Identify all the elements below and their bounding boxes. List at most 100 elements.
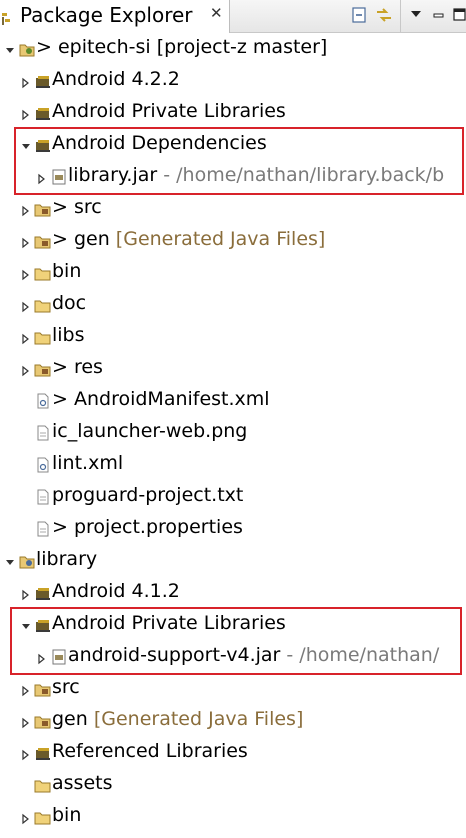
tree-item[interactable]: > gen [Generated Java Files]: [0, 225, 466, 257]
source-folder-icon: [34, 200, 52, 218]
tree-item-label: ic_launcher-web.png: [52, 420, 247, 442]
collapsed-arrow-icon[interactable]: [20, 713, 32, 729]
tree-item-text: lint.xml: [52, 452, 124, 474]
collapsed-arrow-icon[interactable]: [20, 745, 32, 761]
tree-item-text: Referenced Libraries: [52, 740, 248, 762]
tree-item[interactable]: > epitech-si [project-z master]: [0, 33, 466, 65]
tree-item[interactable]: > AndroidManifest.xml: [0, 385, 466, 417]
tree-item[interactable]: > res: [0, 353, 466, 385]
toolbar-separator: [400, 0, 401, 33]
package-explorer-tab[interactable]: Package Explorer ✕: [0, 0, 230, 33]
tree-item-text: gen: [73, 228, 110, 250]
tree-item[interactable]: Android Private Libraries: [0, 97, 466, 129]
tree-item[interactable]: Android 4.1.2: [0, 577, 466, 609]
expanded-arrow-icon[interactable]: [4, 553, 16, 567]
folder-icon: [34, 296, 52, 314]
tree-item[interactable]: bin: [0, 801, 466, 833]
tree-item[interactable]: gen [Generated Java Files]: [0, 705, 466, 737]
tree-item[interactable]: src: [0, 673, 466, 705]
tree-item[interactable]: libs: [0, 321, 466, 353]
source-folder-icon: [34, 680, 52, 698]
jar-file-icon: [50, 648, 68, 666]
link-with-editor-icon[interactable]: [373, 4, 395, 26]
tree-item[interactable]: > project.properties: [0, 513, 466, 545]
collapsed-arrow-icon[interactable]: [20, 681, 32, 697]
collapsed-arrow-icon[interactable]: [20, 809, 32, 825]
tree-item-text: bin: [52, 804, 82, 826]
tree-item-text: Android Private Libraries: [52, 100, 286, 122]
collapsed-arrow-icon[interactable]: [20, 105, 32, 121]
tree-item[interactable]: Android Dependencies: [0, 129, 466, 161]
expanded-arrow-icon[interactable]: [20, 617, 32, 631]
library-container-icon: [34, 72, 52, 90]
tree-item-text: src: [73, 196, 102, 218]
tree-item-label: > src: [52, 196, 102, 218]
tree-item[interactable]: assets: [0, 769, 466, 801]
collapsed-arrow-icon[interactable]: [20, 201, 32, 217]
folder-icon: [34, 808, 52, 826]
tree-item-text: library.jar: [68, 164, 158, 186]
close-icon[interactable]: ✕: [210, 4, 223, 22]
tree-item-label: android-support-v4.jar - /home/nathan/: [68, 644, 439, 666]
tree-item[interactable]: lint.xml: [0, 449, 466, 481]
jar-file-icon: [50, 168, 68, 186]
tree-item-label: > epitech-si [project-z master]: [36, 36, 327, 58]
tree-item-label: Referenced Libraries: [52, 740, 248, 762]
library-container-icon: [34, 104, 52, 122]
xml-file-icon: [34, 392, 52, 410]
tree-item-text: gen: [52, 708, 88, 730]
collapsed-arrow-icon[interactable]: [20, 361, 32, 377]
dirty-marker: >: [52, 516, 74, 538]
collapsed-arrow-icon[interactable]: [20, 73, 32, 89]
tree-item-text: android-support-v4.jar: [68, 644, 281, 666]
tree-item-label: proguard-project.txt: [52, 484, 243, 506]
tree-item-label: > res: [52, 356, 103, 378]
folder-icon: [34, 264, 52, 282]
collapsed-arrow-icon[interactable]: [20, 297, 32, 313]
tree-item[interactable]: library: [0, 545, 466, 577]
view-title: Package Explorer: [20, 3, 193, 27]
tree-item[interactable]: Android 4.2.2: [0, 65, 466, 97]
view-title-bar: Package Explorer ✕: [0, 0, 466, 33]
tree-item[interactable]: > src: [0, 193, 466, 225]
dirty-marker: >: [52, 228, 74, 250]
tree-item[interactable]: ic_launcher-web.png: [0, 417, 466, 449]
minimize-icon[interactable]: [428, 4, 450, 26]
tree-item-decoration: - /home/nathan/library.back/b: [157, 164, 445, 186]
tree-item[interactable]: Referenced Libraries: [0, 737, 466, 769]
tree-item-text: Android 4.2.2: [52, 68, 180, 90]
collapsed-arrow-icon[interactable]: [36, 649, 48, 665]
library-project-icon: [18, 552, 36, 570]
tree-item-text: Android Dependencies: [52, 132, 267, 154]
expanded-arrow-icon[interactable]: [4, 41, 16, 55]
file-icon: [34, 488, 52, 506]
tree-item-text: project.properties: [73, 516, 243, 538]
collapsed-arrow-icon[interactable]: [20, 265, 32, 281]
tree-item[interactable]: library.jar - /home/nathan/library.back/…: [0, 161, 466, 193]
tree-item-text: assets: [52, 772, 113, 794]
tree-item-text: ic_launcher-web.png: [52, 420, 248, 442]
collapsed-arrow-icon[interactable]: [20, 329, 32, 345]
tree-item[interactable]: doc: [0, 289, 466, 321]
tree-item-label: Android Private Libraries: [52, 612, 286, 634]
tree-item-text: src: [52, 676, 80, 698]
file-icon: [34, 424, 52, 442]
tree-item-decoration: [Generated Java Files]: [87, 708, 304, 730]
tree-item-text: library: [36, 548, 98, 570]
tree-item[interactable]: proguard-project.txt: [0, 481, 466, 513]
tree-item[interactable]: android-support-v4.jar - /home/nathan/: [0, 641, 466, 673]
package-tree[interactable]: > epitech-si [project-z master] Android 4…: [0, 33, 466, 838]
tree-item[interactable]: bin: [0, 257, 466, 289]
tree-item[interactable]: Android Private Libraries: [0, 609, 466, 641]
collapsed-arrow-icon[interactable]: [36, 169, 48, 185]
tree-item-label: > AndroidManifest.xml: [52, 388, 270, 410]
tree-item-label: library.jar - /home/nathan/library.back/…: [68, 164, 444, 186]
collapsed-arrow-icon[interactable]: [20, 233, 32, 249]
tree-item-decoration: - /home/nathan/: [280, 644, 440, 666]
view-menu-icon[interactable]: [405, 4, 427, 26]
dirty-marker: >: [52, 196, 74, 218]
collapse-all-icon[interactable]: [348, 4, 370, 26]
maximize-icon[interactable]: [449, 4, 466, 26]
expanded-arrow-icon[interactable]: [20, 137, 32, 151]
collapsed-arrow-icon[interactable]: [20, 585, 32, 601]
